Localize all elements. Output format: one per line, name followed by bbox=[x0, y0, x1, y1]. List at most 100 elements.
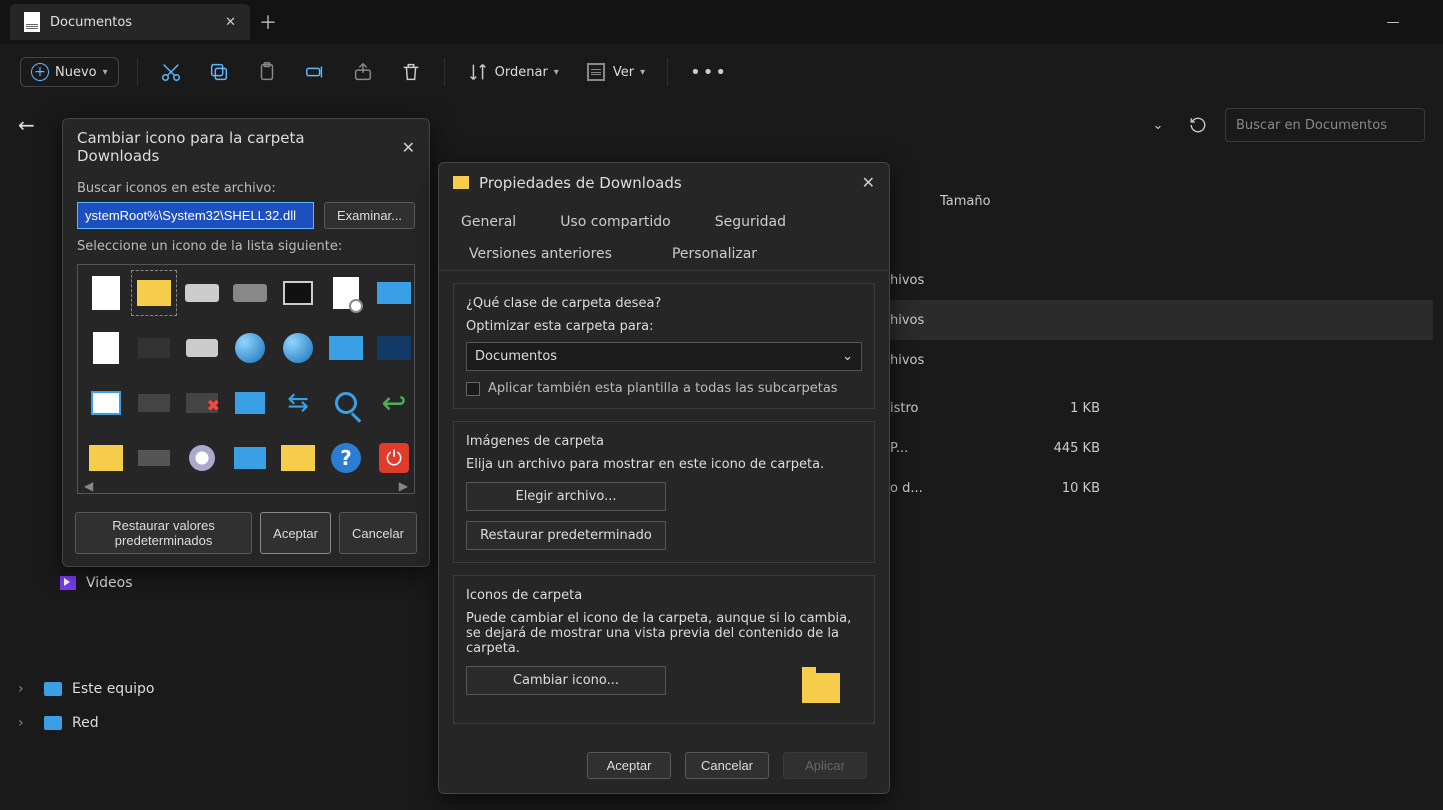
power-icon[interactable]: ⏻ bbox=[372, 436, 416, 480]
file-row[interactable]: istro 1 KB bbox=[890, 388, 1433, 428]
file-size: 445 KB bbox=[1010, 441, 1100, 456]
close-icon[interactable]: ✕ bbox=[402, 138, 415, 157]
folder-images-fieldset: Imágenes de carpeta Elija un archivo par… bbox=[453, 421, 875, 563]
back-button[interactable]: ← bbox=[18, 113, 35, 137]
icon-path-input[interactable] bbox=[77, 202, 314, 229]
more-button[interactable]: ••• bbox=[686, 58, 732, 87]
calendar-folder-icon[interactable] bbox=[276, 436, 320, 480]
delete-button[interactable] bbox=[396, 57, 426, 87]
tab-customize[interactable]: Personalizar bbox=[642, 238, 787, 270]
undo-icon[interactable]: ↩ bbox=[372, 381, 416, 425]
tab-security[interactable]: Seguridad bbox=[693, 206, 808, 238]
view-button[interactable]: Ver ▾ bbox=[581, 57, 649, 87]
drive-error-icon[interactable]: ✖ bbox=[180, 381, 224, 425]
search-file-label: Buscar iconos en este archivo: bbox=[77, 181, 415, 196]
rename-icon bbox=[304, 61, 326, 83]
change-icon-button[interactable]: Cambiar icono... bbox=[466, 666, 666, 695]
trash-icon bbox=[400, 61, 422, 83]
properties-dialog: Propiedades de Downloads ✕ General Uso c… bbox=[438, 162, 890, 794]
window-tabbar: Documentos ✕ ＋ — bbox=[0, 0, 1443, 44]
accept-button[interactable]: Aceptar bbox=[587, 752, 671, 779]
globe-icon[interactable] bbox=[228, 326, 272, 370]
rename-button[interactable] bbox=[300, 57, 330, 87]
drive-icon[interactable] bbox=[132, 381, 176, 425]
dialog-title: Cambiar icono para la carpeta Downloads bbox=[77, 129, 392, 165]
sidebar-item-red[interactable]: Red bbox=[0, 706, 260, 740]
monitor-icon[interactable] bbox=[228, 436, 272, 480]
restore-defaults-button[interactable]: Restaurar valores predeterminados bbox=[75, 512, 252, 554]
chevron-down-icon[interactable]: ⌄ bbox=[1145, 112, 1171, 138]
drive-icon[interactable] bbox=[132, 436, 176, 480]
toolbar: + Nuevo ▾ Ordenar bbox=[0, 44, 1443, 100]
tab-general[interactable]: General bbox=[439, 206, 538, 238]
folder-icon[interactable] bbox=[84, 436, 128, 480]
apply-subfolders-checkbox[interactable]: Aplicar también esta plantilla a todas l… bbox=[466, 381, 862, 396]
dialog-titlebar[interactable]: Propiedades de Downloads ✕ bbox=[439, 163, 889, 202]
run-icon[interactable] bbox=[372, 271, 416, 315]
network-icon[interactable] bbox=[276, 326, 320, 370]
cd-drive-icon[interactable] bbox=[180, 326, 224, 370]
restore-default-button[interactable]: Restaurar predeterminado bbox=[466, 521, 666, 550]
file-list: hivos hivos hivos istro 1 KB P... 445 KB… bbox=[890, 260, 1433, 508]
tab-sharing[interactable]: Uso compartido bbox=[538, 206, 693, 238]
file-row[interactable]: hivos bbox=[890, 260, 1433, 300]
optimize-for-label: Optimizar esta carpeta para: bbox=[466, 319, 862, 334]
cancel-button[interactable]: Cancelar bbox=[685, 752, 769, 779]
divider bbox=[444, 58, 445, 86]
file-name: P... bbox=[890, 441, 1010, 456]
window-minimize-button[interactable]: — bbox=[1373, 15, 1413, 30]
choose-file-button[interactable]: Elegir archivo... bbox=[466, 482, 666, 511]
cd-icon[interactable] bbox=[180, 436, 224, 480]
network-monitor-icon[interactable] bbox=[228, 381, 272, 425]
drive-icon[interactable] bbox=[228, 271, 272, 315]
close-icon[interactable]: ✕ bbox=[225, 15, 236, 30]
file-row[interactable]: o d... 10 KB bbox=[890, 468, 1433, 508]
plus-circle-icon: + bbox=[31, 63, 49, 81]
new-button[interactable]: + Nuevo ▾ bbox=[20, 57, 119, 87]
printer-icon[interactable] bbox=[276, 271, 320, 315]
text-file-icon[interactable] bbox=[84, 326, 128, 370]
dialog-titlebar[interactable]: Cambiar icono para la carpeta Downloads … bbox=[63, 119, 429, 175]
connect-icon[interactable]: ⇆ bbox=[276, 381, 320, 425]
refresh-button[interactable] bbox=[1185, 112, 1211, 138]
screensaver-icon[interactable] bbox=[372, 326, 416, 370]
close-icon[interactable]: ✕ bbox=[862, 173, 875, 192]
column-size-header[interactable]: Tamaño bbox=[940, 194, 991, 209]
file-row[interactable]: hivos bbox=[890, 300, 1433, 340]
search-icon[interactable] bbox=[324, 381, 368, 425]
window-icon[interactable] bbox=[84, 381, 128, 425]
browse-button[interactable]: Examinar... bbox=[324, 202, 415, 229]
folder-icon[interactable] bbox=[132, 271, 176, 315]
tab-versions[interactable]: Versiones anteriores bbox=[439, 238, 642, 270]
tab-documentos[interactable]: Documentos ✕ bbox=[10, 4, 250, 40]
help-icon[interactable]: ? bbox=[324, 436, 368, 480]
file-name: hivos bbox=[890, 353, 1010, 368]
sidebar-item-videos[interactable]: Videos bbox=[0, 566, 260, 600]
sidebar-item-label: Red bbox=[72, 715, 99, 731]
monitor-icon[interactable] bbox=[324, 326, 368, 370]
drive-icon[interactable] bbox=[180, 271, 224, 315]
copy-button[interactable] bbox=[204, 57, 234, 87]
properties-footer: Aceptar Cancelar Aplicar bbox=[439, 738, 889, 793]
search-input[interactable]: Buscar en Documentos bbox=[1225, 108, 1425, 142]
share-button[interactable] bbox=[348, 57, 378, 87]
sidebar-item-este-equipo[interactable]: Este equipo bbox=[0, 672, 260, 706]
copy-icon bbox=[208, 61, 230, 83]
network-drive-icon[interactable] bbox=[132, 326, 176, 370]
apply-button[interactable]: Aplicar bbox=[783, 752, 867, 779]
file-row[interactable]: P... 445 KB bbox=[890, 428, 1433, 468]
sort-button[interactable]: Ordenar ▾ bbox=[463, 57, 563, 87]
paste-button[interactable] bbox=[252, 57, 282, 87]
cut-button[interactable] bbox=[156, 57, 186, 87]
file-icon[interactable] bbox=[84, 271, 128, 315]
file-clock-icon[interactable] bbox=[324, 271, 368, 315]
optimize-select[interactable]: Documentos ⌄ bbox=[466, 342, 862, 371]
file-name: hivos bbox=[890, 273, 1010, 288]
new-tab-button[interactable]: ＋ bbox=[250, 4, 286, 40]
change-icon-hint: Puede cambiar el icono de la carpeta, au… bbox=[466, 611, 862, 656]
cancel-button[interactable]: Cancelar bbox=[339, 512, 417, 554]
file-row[interactable]: hivos bbox=[890, 340, 1433, 380]
horizontal-scrollbar[interactable]: ◀▶ bbox=[84, 479, 408, 489]
icon-grid[interactable]: ✖ ⇆ ↩ ? ⏻ ◀▶ bbox=[77, 264, 415, 494]
accept-button[interactable]: Aceptar bbox=[260, 512, 331, 554]
